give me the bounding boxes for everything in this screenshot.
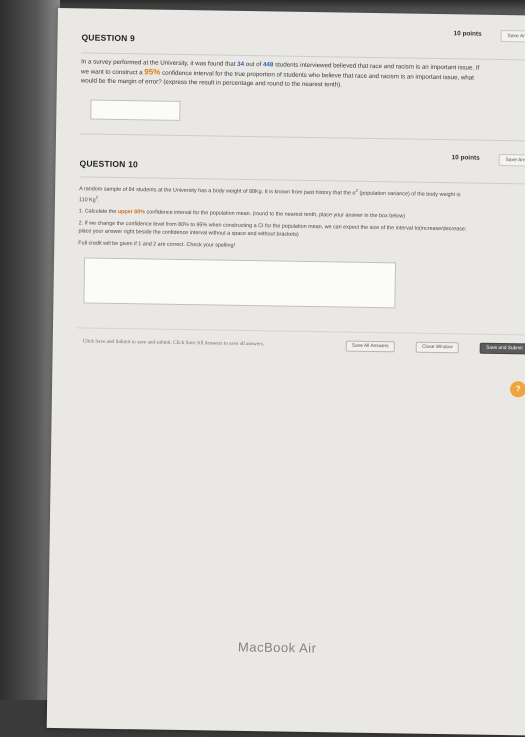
browser-screen: QUESTION 9 10 points Save Answer In a su… [46, 8, 525, 737]
question-10-answer-input[interactable] [83, 257, 397, 309]
close-window-button[interactable]: Close Window [415, 341, 459, 354]
question-divider [80, 133, 525, 142]
q9-text-part: out of [244, 60, 264, 69]
quiz-footer: Click Save and Submit to save and submit… [76, 327, 525, 398]
help-icon[interactable]: ? [509, 381, 525, 398]
q10-item-2: 2. If we change the confidence level fro… [78, 220, 467, 239]
q9-text-part: In a survey performed at the University,… [81, 58, 238, 68]
q10-item1-part: 1. Calculate the [78, 208, 118, 216]
question-10-save-answer-button[interactable]: Save Answer [498, 153, 525, 167]
footer-instruction: Click Save and Submit to save and submit… [82, 338, 265, 348]
question-9-title: QUESTION 9 [81, 32, 136, 44]
question-9-answer-input[interactable] [90, 99, 181, 121]
question-10-title: QUESTION 10 [79, 158, 139, 170]
device-label: MacBook Air [237, 639, 317, 656]
save-all-answers-button[interactable]: Save All Answers [345, 340, 395, 353]
question-10-text: A random sample of 84 students at the Un… [78, 182, 469, 253]
question-9-header: QUESTION 9 10 points Save Answer [81, 20, 525, 61]
q9-percent-95: 95% [144, 67, 161, 77]
question-9: QUESTION 9 10 points Save Answer In a su… [80, 20, 525, 126]
save-and-submit-button[interactable]: Save and Submit [480, 342, 525, 355]
q10-intro-part: A random sample of 84 students at the Un… [79, 186, 356, 197]
question-10: QUESTION 10 10 points Save Answer A rand… [77, 148, 525, 310]
question-9-text: In a survey performed at the University,… [81, 57, 481, 91]
q9-number-448: 448 [262, 61, 274, 69]
q10-intro-part: . [97, 197, 100, 204]
question-9-save-answer-button[interactable]: Save Answer [500, 29, 525, 43]
quiz-content: QUESTION 9 10 points Save Answer In a su… [76, 20, 525, 398]
q10-item1-part: confidence interval for the population m… [144, 209, 406, 220]
q10-upper-80: upper 80% [117, 209, 146, 216]
question-9-points: 10 points [453, 30, 482, 38]
q10-intro: A random sample of 84 students at the Un… [79, 182, 469, 211]
question-10-header: QUESTION 10 10 points Save Answer [79, 148, 525, 185]
question-10-points: 10 points [451, 154, 480, 162]
